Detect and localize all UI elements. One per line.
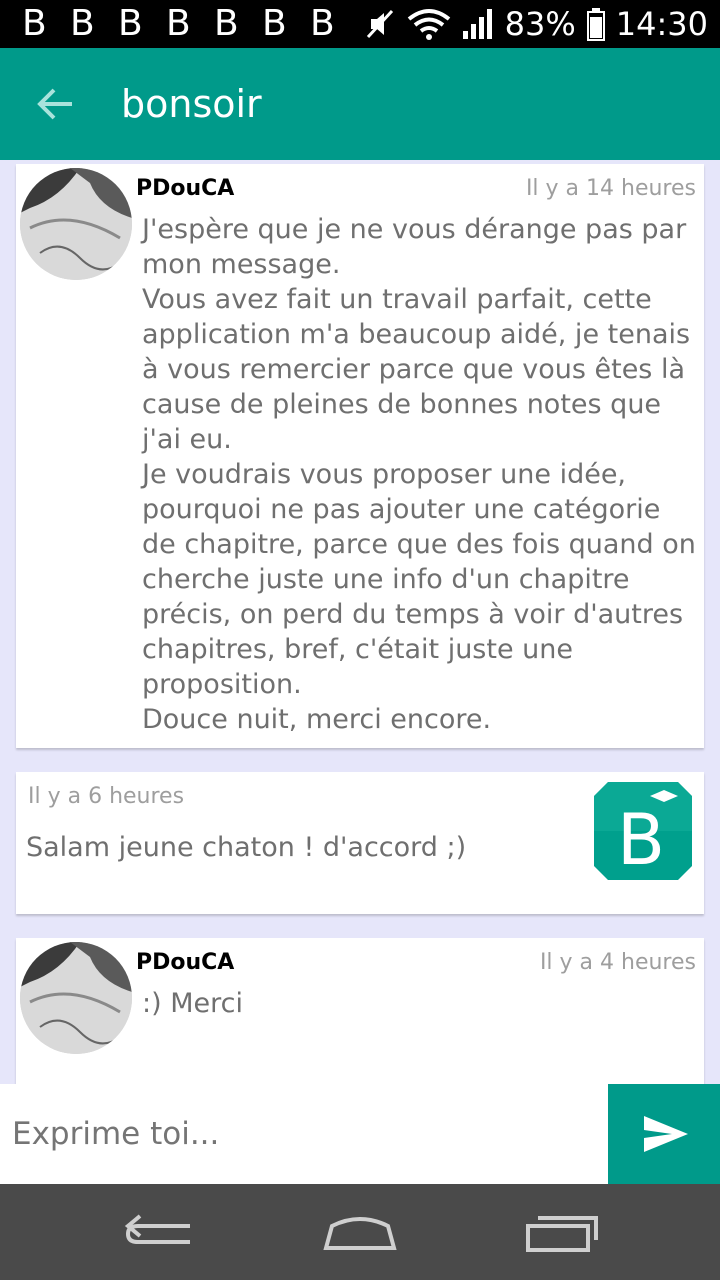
mute-icon [366,9,393,39]
message-text: Salam jeune chaton ! d'accord ;) [26,832,467,863]
notification-icon: B [70,3,95,44]
user-photo-icon [20,168,132,280]
message-text: :) Merci [142,988,243,1019]
home-nav-icon[interactable] [322,1212,398,1252]
message-card: Il y a 6 heures Salam jeune chaton ! d'a… [16,772,704,914]
avatar[interactable] [20,942,132,1054]
notification-icon: B [118,3,143,44]
clock: 14:30 [615,5,708,43]
notification-icon: B [166,3,191,44]
recent-apps-icon[interactable] [524,1212,600,1254]
message-time: Il y a 4 heures [539,950,696,975]
system-nav-bar [0,1184,720,1280]
message-time: Il y a 14 heures [525,176,696,201]
author-name: PDouCA [136,950,235,975]
message-time: Il y a 6 heures [28,784,185,809]
send-icon [644,1116,688,1152]
message-card: PDouCA Il y a 14 heures J'espère que je … [16,164,704,748]
status-bar: B B B B B B B 83% 14:30 [0,0,720,48]
signal-icon [462,9,492,39]
message-input[interactable] [0,1084,608,1184]
message-card: PDouCA Il y a 4 heures :) Merci [16,938,704,1084]
logo-letter: B [617,799,665,880]
notification-icon: B [22,3,47,44]
battery-percent: 83% [504,5,576,43]
back-nav-icon[interactable] [120,1212,200,1252]
author-name: PDouCA [136,176,235,201]
wifi-icon [407,9,450,40]
notification-icon: B [262,3,287,44]
battery-icon [586,8,605,41]
message-text: J'espère que je ne vous dérange pas par … [142,214,696,735]
avatar[interactable] [20,168,132,280]
conversation-title: bonsoir [121,82,262,126]
composer [0,1084,720,1184]
notification-icon: B [310,3,335,44]
send-button[interactable] [608,1084,720,1184]
back-arrow-icon[interactable] [36,84,76,124]
notification-icon: B [214,3,239,44]
user-photo-icon [20,942,132,1054]
app-logo-icon[interactable]: B [594,782,692,880]
app-bar: bonsoir [0,48,720,160]
